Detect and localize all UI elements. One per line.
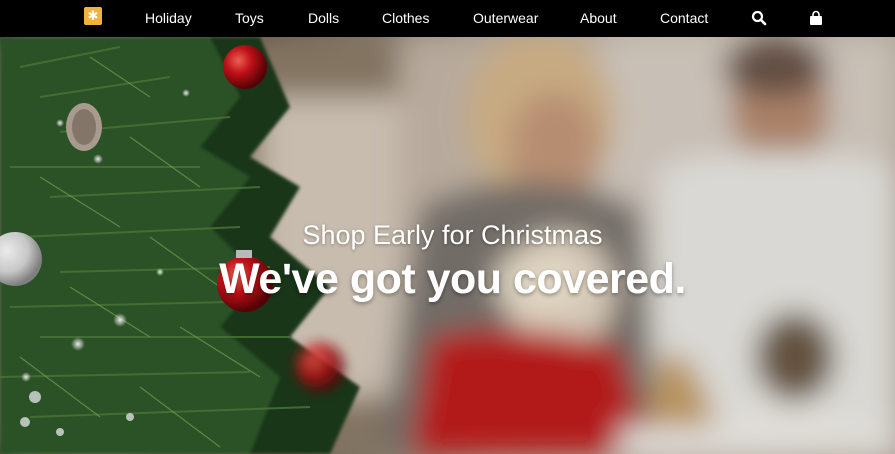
nav-link-contact[interactable]: Contact [660, 0, 708, 37]
shopping-bag-icon[interactable] [808, 10, 824, 26]
star-logo-icon[interactable]: ✱ [84, 7, 102, 25]
nav-link-about[interactable]: About [580, 0, 617, 37]
nav-link-holiday[interactable]: Holiday [145, 0, 192, 37]
nav-link-toys[interactable]: Toys [235, 0, 264, 37]
nav-link-dolls[interactable]: Dolls [308, 0, 339, 37]
nav-link-outerwear[interactable]: Outerwear [473, 0, 538, 37]
top-navbar: ✱ Holiday Toys Dolls Clothes Outerwear A… [0, 0, 895, 37]
hero-title: We've got you covered. [219, 255, 686, 303]
hero-banner: Shop Early for Christmas We've got you c… [0, 37, 895, 454]
page: ✱ Holiday Toys Dolls Clothes Outerwear A… [0, 0, 895, 454]
hero-subtitle: Shop Early for Christmas [302, 220, 603, 250]
nav-link-clothes[interactable]: Clothes [382, 0, 429, 37]
search-icon[interactable] [751, 10, 767, 26]
